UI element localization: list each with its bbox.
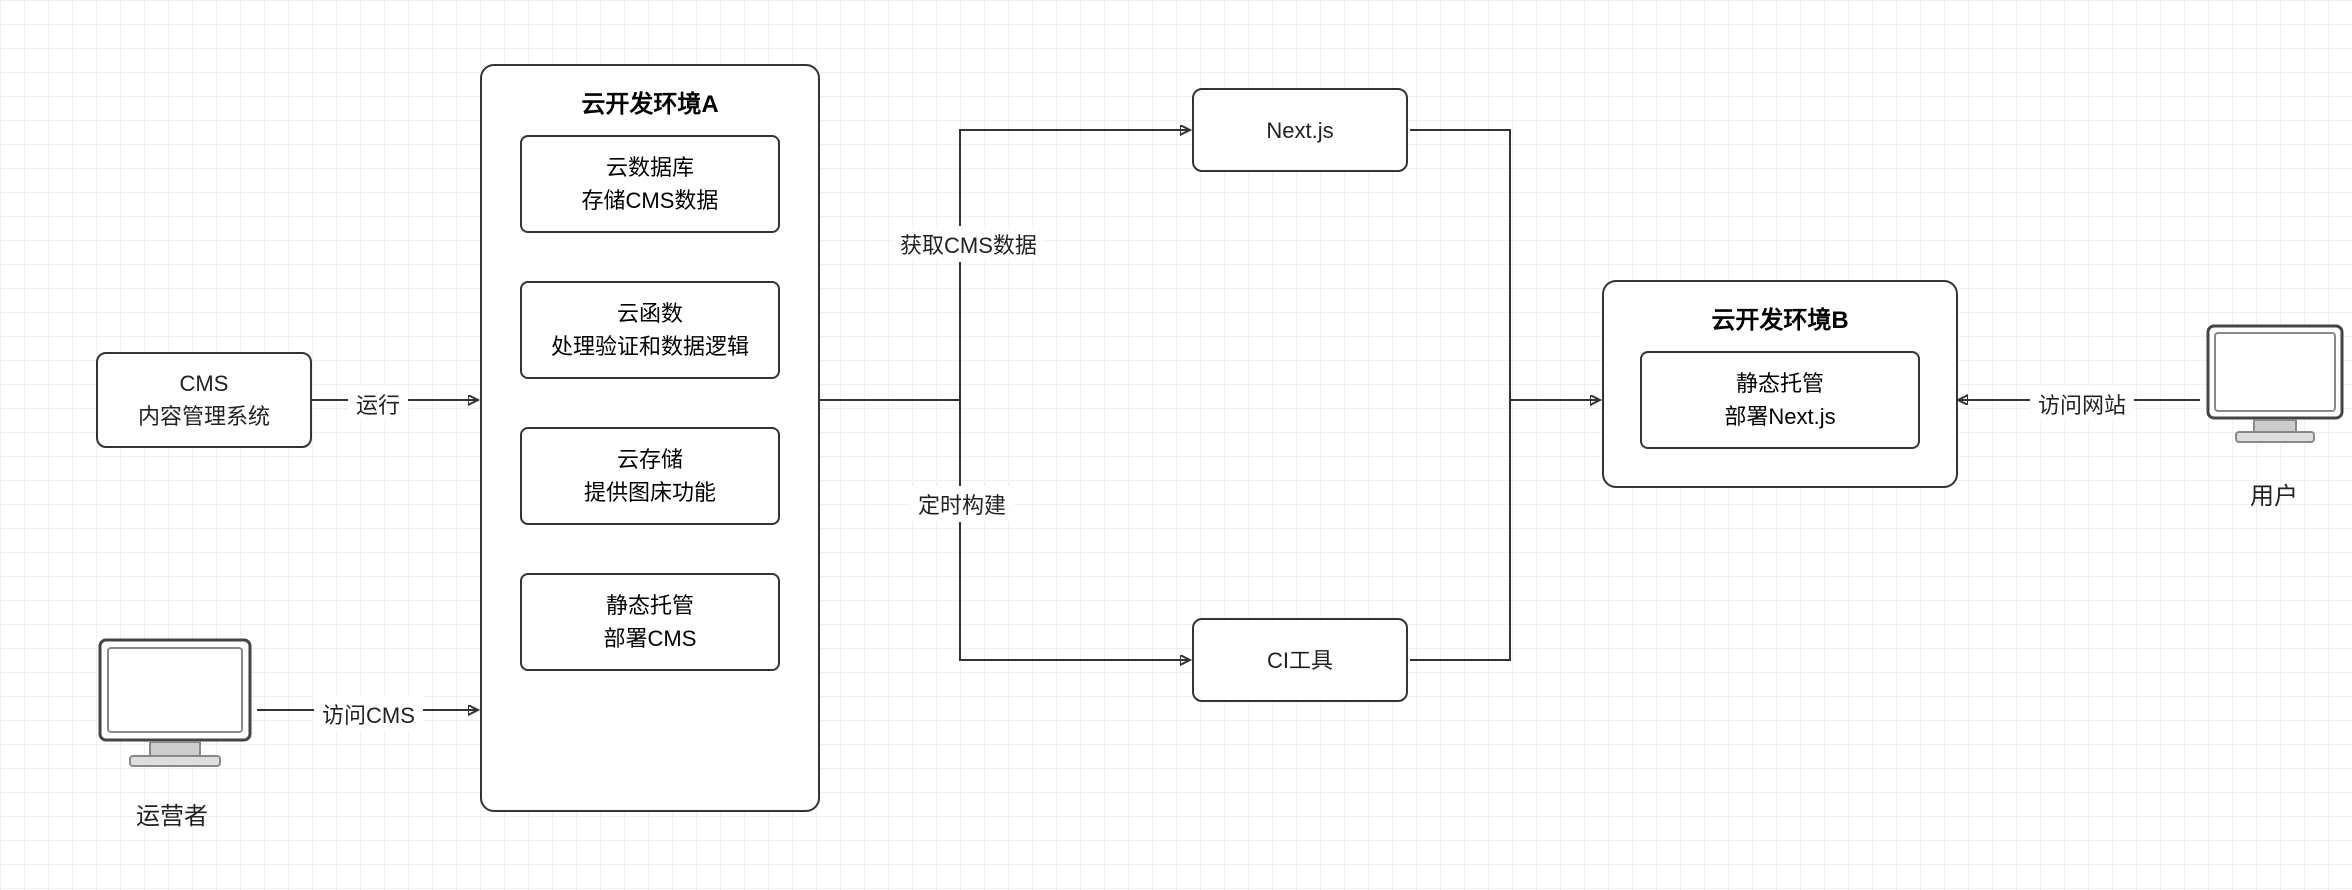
- env-b-title: 云开发环境B: [1604, 300, 1956, 335]
- node-cloud-storage-line2: 提供图床功能: [584, 476, 716, 509]
- node-cloud-storage-line1: 云存储: [617, 443, 683, 476]
- node-env-a-hosting-line2: 部署CMS: [604, 622, 697, 655]
- node-env-b-hosting: 静态托管 部署Next.js: [1640, 351, 1920, 449]
- node-cloud-fn-line2: 处理验证和数据逻辑: [551, 330, 749, 363]
- node-cloud-db: 云数据库 存储CMS数据: [520, 135, 780, 233]
- node-cloud-fn: 云函数 处理验证和数据逻辑: [520, 281, 780, 379]
- monitor-icon: [90, 630, 260, 780]
- edge-label-visit-site: 访问网站: [2030, 386, 2134, 422]
- node-nextjs-label: Next.js: [1266, 114, 1333, 147]
- node-env-b-hosting-line1: 静态托管: [1736, 367, 1824, 400]
- node-cloud-fn-line1: 云函数: [617, 297, 683, 330]
- edge-label-cron-build: 定时构建: [910, 486, 1014, 522]
- diagram-edges: [0, 0, 2352, 890]
- node-ci: CI工具: [1192, 618, 1408, 702]
- node-cloud-db-line2: 存储CMS数据: [582, 184, 719, 217]
- container-env-a: 云开发环境A 云数据库 存储CMS数据 云函数 处理验证和数据逻辑 云存储 提供…: [480, 64, 820, 812]
- env-a-title: 云开发环境A: [482, 84, 818, 119]
- node-cloud-storage: 云存储 提供图床功能: [520, 427, 780, 525]
- node-cms: CMS 内容管理系统: [96, 352, 312, 448]
- node-ci-label: CI工具: [1267, 644, 1333, 677]
- node-cloud-db-line1: 云数据库: [606, 151, 694, 184]
- actor-operator-label: 运营者: [136, 796, 208, 831]
- monitor-icon: [2200, 318, 2350, 458]
- node-nextjs: Next.js: [1192, 88, 1408, 172]
- node-env-b-hosting-line2: 部署Next.js: [1724, 400, 1835, 433]
- actor-user-label: 用户: [2250, 476, 2298, 511]
- node-cms-line2: 内容管理系统: [138, 400, 270, 433]
- edge-label-run: 运行: [348, 386, 408, 422]
- node-cms-line1: CMS: [180, 367, 229, 400]
- container-env-b: 云开发环境B 静态托管 部署Next.js: [1602, 280, 1958, 488]
- edge-label-visit-cms: 访问CMS: [314, 696, 423, 732]
- node-env-a-hosting-line1: 静态托管: [606, 589, 694, 622]
- edge-label-get-cms-data: 获取CMS数据: [892, 226, 1045, 262]
- node-env-a-hosting: 静态托管 部署CMS: [520, 573, 780, 671]
